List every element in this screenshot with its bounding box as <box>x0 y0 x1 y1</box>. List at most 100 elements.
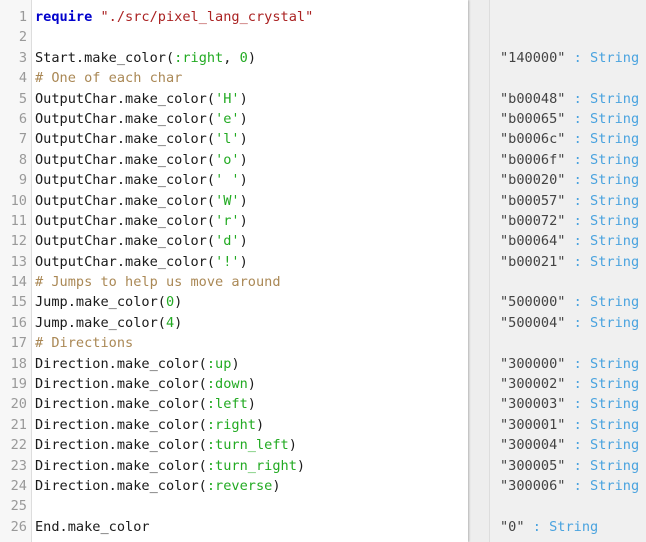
code-text[interactable]: Start.make_color(:right, 0) <box>35 48 256 68</box>
code-editor[interactable]: 1 require "./src/pixel_lang_crystal" 2 3 Sta… <box>0 0 468 542</box>
code-line[interactable]: 1 require "./src/pixel_lang_crystal" <box>0 7 468 27</box>
code-token: ) <box>174 314 183 331</box>
code-line[interactable]: 15 Jump.make_color(0) <box>0 292 468 312</box>
code-line[interactable]: 21 Direction.make_color(:right) <box>0 415 468 435</box>
result-value: "b00021" <box>500 253 566 270</box>
result-line: "500000" : String <box>500 292 639 312</box>
code-token: :right <box>174 49 224 66</box>
result-type: : String <box>565 396 640 413</box>
code-text[interactable]: # Directions <box>35 333 133 353</box>
code-line[interactable]: 10 OutputChar.make_color('W') <box>0 191 468 211</box>
result-line: "300005" : String <box>500 456 639 476</box>
code-text[interactable]: Direction.make_color(:turn_left) <box>35 435 297 455</box>
code-line[interactable]: 24 Direction.make_color(:reverse) <box>0 476 468 496</box>
code-line[interactable]: 16 Jump.make_color(4) <box>0 313 468 333</box>
result-value: "b00048" <box>500 90 566 107</box>
code-text[interactable]: Jump.make_color(0) <box>35 292 182 312</box>
code-token: ) <box>247 396 256 413</box>
line-number: 26 <box>10 518 27 535</box>
code-token: :right <box>206 416 256 433</box>
code-text[interactable]: OutputChar.make_color('r') <box>35 211 248 231</box>
code-text[interactable]: # One of each char <box>35 68 182 88</box>
code-token: OutputChar.make_color( <box>35 131 216 148</box>
code-text[interactable]: OutputChar.make_color('H') <box>35 89 248 109</box>
result-value: "b0006f" <box>500 151 566 168</box>
code-token: ) <box>272 477 281 494</box>
code-line[interactable]: 9 OutputChar.make_color(' ') <box>0 170 468 190</box>
code-text[interactable]: Direction.make_color(:turn_right) <box>35 456 305 476</box>
result-line: "300001" : String <box>500 415 639 435</box>
code-line[interactable]: 14 # Jumps to help us move around <box>0 272 468 292</box>
code-token: 0 <box>239 49 248 66</box>
code-text[interactable]: OutputChar.make_color('W') <box>35 191 248 211</box>
code-token: 4 <box>165 314 175 331</box>
code-line[interactable]: 3 Start.make_color(:right, 0) <box>0 48 468 68</box>
line-number: 1 <box>18 9 27 25</box>
code-line[interactable]: 6 OutputChar.make_color('e') <box>0 109 468 129</box>
result-type: : String <box>565 416 640 433</box>
code-line[interactable]: 19 Direction.make_color(:down) <box>0 374 468 394</box>
result-line <box>500 333 639 353</box>
code-text[interactable]: # Jumps to help us move around <box>35 272 281 292</box>
code-text[interactable]: OutputChar.make_color('o') <box>35 150 248 170</box>
line-number: 21 <box>10 416 27 433</box>
result-type: : String <box>565 233 640 250</box>
code-line[interactable]: 18 Direction.make_color(:up) <box>0 354 468 374</box>
code-text[interactable]: OutputChar.make_color('d') <box>35 231 248 251</box>
code-text[interactable]: OutputChar.make_color(' ') <box>35 170 248 190</box>
code-token: Direction.make_color( <box>35 477 207 494</box>
code-text[interactable]: Direction.make_color(:left) <box>35 394 256 414</box>
code-text[interactable]: require "./src/pixel_lang_crystal" <box>35 7 313 27</box>
code-text[interactable]: Jump.make_color(4) <box>35 313 182 333</box>
code-token: OutputChar.make_color( <box>35 233 216 250</box>
code-token: # Jumps to help us move around <box>35 274 281 291</box>
code-line[interactable]: 20 Direction.make_color(:left) <box>0 394 468 414</box>
line-number: 4 <box>18 70 27 87</box>
code-line[interactable]: 7 OutputChar.make_color('l') <box>0 129 468 149</box>
code-line[interactable]: 13 OutputChar.make_color('!') <box>0 252 468 272</box>
code-token: ) <box>247 376 256 393</box>
code-token: OutputChar.make_color( <box>35 110 216 127</box>
code-text[interactable]: End.make_color <box>35 517 150 537</box>
code-text[interactable]: OutputChar.make_color('!') <box>35 252 248 272</box>
code-token: 'd' <box>215 233 240 250</box>
code-line[interactable]: 12 OutputChar.make_color('d') <box>0 231 468 251</box>
code-text[interactable]: OutputChar.make_color('e') <box>35 109 248 129</box>
result-value: "b00057" <box>500 192 566 209</box>
code-line[interactable]: 25 <box>0 496 468 516</box>
code-line[interactable]: 5 OutputChar.make_color('H') <box>0 89 468 109</box>
code-token: ) <box>174 294 183 311</box>
code-text[interactable]: Direction.make_color(:up) <box>35 354 240 374</box>
code-token: :left <box>206 396 248 413</box>
code-token: '!' <box>215 253 240 270</box>
result-line: "b00020" : String <box>500 170 639 190</box>
code-text[interactable]: Direction.make_color(:right) <box>35 415 264 435</box>
code-token: OutputChar.make_color( <box>35 151 216 168</box>
code-line[interactable]: 22 Direction.make_color(:turn_left) <box>0 435 468 455</box>
code-line[interactable]: 11 OutputChar.make_color('r') <box>0 211 468 231</box>
result-line: "b00064" : String <box>500 231 639 251</box>
code-text[interactable]: OutputChar.make_color('l') <box>35 129 248 149</box>
code-token: # One of each char <box>35 70 183 87</box>
code-line[interactable]: 17 # Directions <box>0 333 468 353</box>
result-type: : String <box>524 518 599 535</box>
code-line[interactable]: 4 # One of each char <box>0 68 468 88</box>
code-token: ) <box>239 131 248 148</box>
line-number: 11 <box>10 212 27 229</box>
code-text[interactable]: Direction.make_color(:reverse) <box>35 476 281 496</box>
result-line: "0" : String <box>500 517 639 537</box>
code-token: ' ' <box>215 172 240 189</box>
code-line[interactable]: 23 Direction.make_color(:turn_right) <box>0 456 468 476</box>
code-text[interactable]: Direction.make_color(:down) <box>35 374 256 394</box>
line-number: 7 <box>18 131 27 148</box>
code-token: ) <box>239 233 248 250</box>
line-number: 23 <box>10 457 27 474</box>
code-lines[interactable]: 1 require "./src/pixel_lang_crystal" 2 3 Sta… <box>0 7 468 537</box>
code-token: Direction.make_color( <box>35 355 207 372</box>
code-token: Direction.make_color( <box>35 416 207 433</box>
code-line[interactable]: 8 OutputChar.make_color('o') <box>0 150 468 170</box>
result-line: "b0006f" : String <box>500 150 639 170</box>
code-line[interactable]: 2 <box>0 27 468 47</box>
result-type: : String <box>565 172 640 189</box>
code-line[interactable]: 26 End.make_color <box>0 517 468 537</box>
